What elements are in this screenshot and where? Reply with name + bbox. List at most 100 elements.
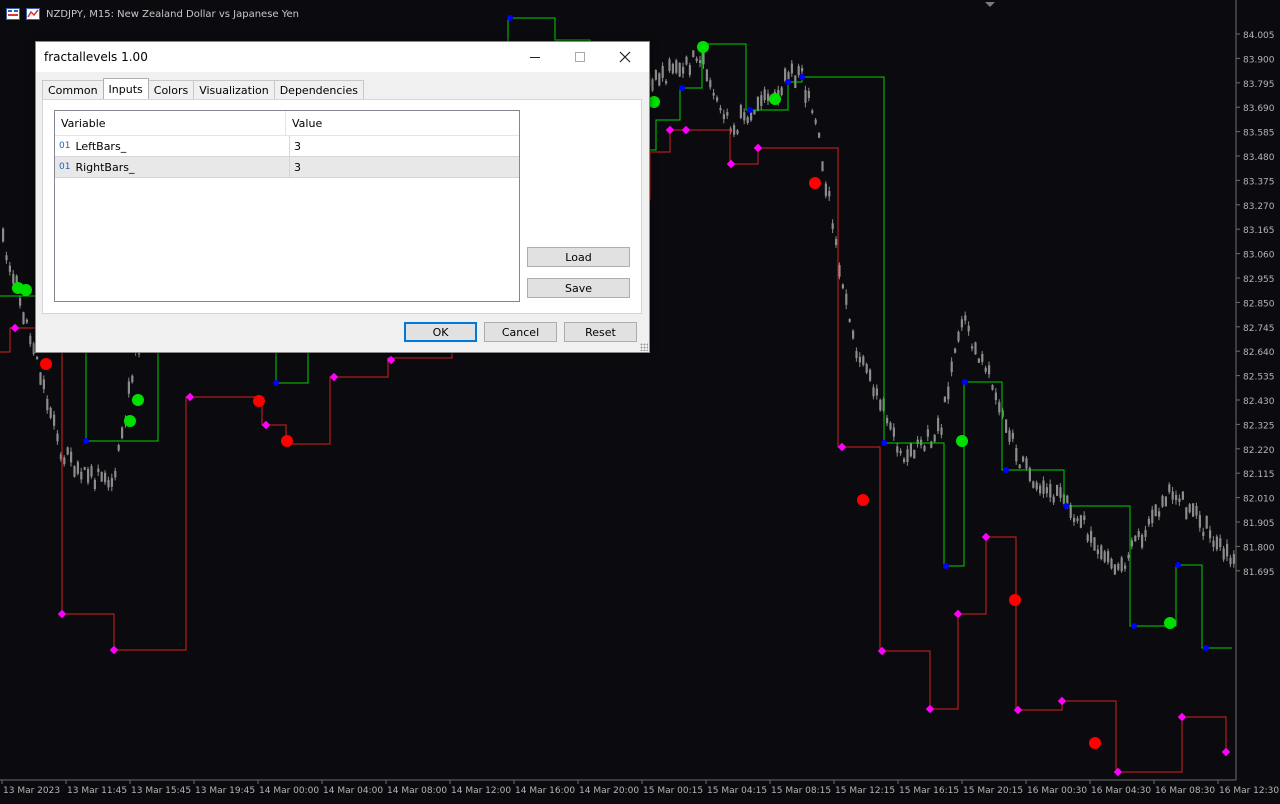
candle-body — [1022, 456, 1025, 462]
time-tick-label: 14 Mar 00:00 — [259, 786, 319, 796]
candle-body — [709, 80, 712, 88]
candle-body — [984, 367, 987, 372]
candle-body — [127, 381, 130, 394]
candle-body — [838, 265, 841, 277]
candle-body — [76, 461, 79, 474]
ok-button[interactable]: OK — [404, 322, 477, 342]
candle-body — [661, 65, 664, 78]
candle-body — [692, 50, 695, 58]
tab-common[interactable]: Common — [42, 80, 104, 99]
candle-body — [110, 478, 113, 487]
upper-fractal-point — [785, 79, 791, 85]
candle-body — [991, 385, 994, 390]
price-tick-label: 81.800 — [1243, 543, 1275, 553]
candle-body — [73, 466, 76, 477]
candle-body — [1015, 447, 1018, 462]
candle-body — [1073, 517, 1076, 523]
column-header-variable[interactable]: Variable — [55, 111, 286, 135]
candle-body — [5, 255, 8, 261]
upper-fractal-point — [1131, 623, 1137, 629]
candle-body — [12, 273, 15, 284]
upper-fractal-point — [1003, 467, 1009, 473]
upper-fractal-point — [273, 380, 279, 386]
price-tick-label: 83.375 — [1243, 177, 1275, 187]
reset-button[interactable]: Reset — [564, 322, 637, 342]
candle-body — [1158, 511, 1161, 517]
candle-body — [8, 265, 11, 272]
candle-body — [56, 433, 59, 442]
candle-body — [767, 93, 770, 101]
save-button[interactable]: Save — [527, 278, 630, 298]
tab-dependencies[interactable]: Dependencies — [273, 80, 364, 99]
candle-body — [804, 90, 807, 103]
candle-body — [971, 346, 974, 349]
candle-body — [19, 298, 22, 306]
load-button[interactable]: Load — [527, 247, 630, 267]
chart-grid-icon[interactable] — [6, 8, 20, 20]
close-button[interactable] — [602, 42, 648, 72]
candle-body — [974, 342, 977, 355]
candle-body — [719, 107, 722, 111]
candle-body — [889, 422, 892, 430]
candle-body — [93, 479, 96, 489]
candle-body — [977, 358, 980, 363]
upper-fractal-point — [962, 379, 968, 385]
price-tick-label: 83.060 — [1243, 251, 1275, 261]
table-row[interactable]: 01 RightBars_ 3 — [55, 157, 519, 178]
chart-symbol-bar: NZDJPY, M15: New Zealand Dollar vs Japan… — [6, 6, 299, 22]
candle-body — [1168, 484, 1171, 492]
value-cell[interactable]: 3 — [290, 136, 301, 156]
candle-body — [29, 335, 32, 345]
candle-body — [90, 466, 93, 477]
dialog-tabs: Common Inputs Colors Visualization Depen… — [42, 78, 364, 99]
candle-body — [1127, 554, 1130, 559]
price-tick-label: 83.900 — [1243, 55, 1275, 65]
candle-body — [1185, 507, 1188, 520]
chart-symbol-title: NZDJPY, M15: New Zealand Dollar vs Japan… — [46, 8, 300, 20]
candle-body — [1090, 530, 1093, 543]
candle-body — [53, 414, 56, 426]
candle-body — [1147, 518, 1150, 525]
dialog-titlebar[interactable]: fractallevels 1.00 — [36, 42, 649, 72]
candle-body — [763, 89, 766, 101]
candle-body — [1039, 485, 1042, 494]
candle-body — [920, 439, 923, 446]
cancel-button[interactable]: Cancel — [484, 322, 557, 342]
candle-body — [1045, 487, 1048, 494]
candle-body — [80, 471, 83, 480]
maximize-button[interactable] — [557, 42, 603, 72]
candle-body — [1151, 509, 1154, 524]
candle-body — [733, 125, 736, 135]
candle-body — [736, 130, 739, 134]
variable-cell: 01 RightBars_ — [55, 157, 290, 177]
column-header-value[interactable]: Value — [286, 111, 322, 135]
candle-body — [1232, 554, 1235, 564]
minimize-button[interactable] — [512, 42, 558, 72]
upper-fractal-point — [507, 15, 513, 21]
buy-signal-dot — [1164, 617, 1176, 629]
tab-colors[interactable]: Colors — [147, 80, 195, 99]
candle-body — [39, 372, 42, 385]
upper-fractal-point — [1203, 645, 1209, 651]
candle-body — [756, 96, 759, 111]
value-cell[interactable]: 3 — [290, 157, 301, 177]
candle-body — [682, 66, 685, 74]
candle-body — [1134, 535, 1137, 542]
tab-inputs[interactable]: Inputs — [102, 78, 149, 99]
price-tick-label: 82.325 — [1243, 421, 1275, 431]
resize-grip-icon[interactable] — [640, 343, 648, 351]
price-tick-label: 82.850 — [1243, 299, 1275, 309]
price-tick-label: 81.695 — [1243, 568, 1275, 578]
candle-body — [835, 239, 838, 246]
candle-body — [743, 112, 746, 121]
indicator-window-icon[interactable] — [26, 8, 40, 20]
table-row[interactable]: 01 LeftBars_ 3 — [55, 136, 519, 157]
candle-body — [671, 63, 674, 74]
candle-body — [1222, 548, 1225, 560]
candle-body — [131, 375, 134, 383]
time-tick-label: 13 Mar 2023 — [3, 786, 60, 796]
sell-signal-dot — [40, 358, 52, 370]
candle-body — [1110, 558, 1113, 569]
tab-visualization[interactable]: Visualization — [193, 80, 275, 99]
sell-signal-dot — [1009, 594, 1021, 606]
